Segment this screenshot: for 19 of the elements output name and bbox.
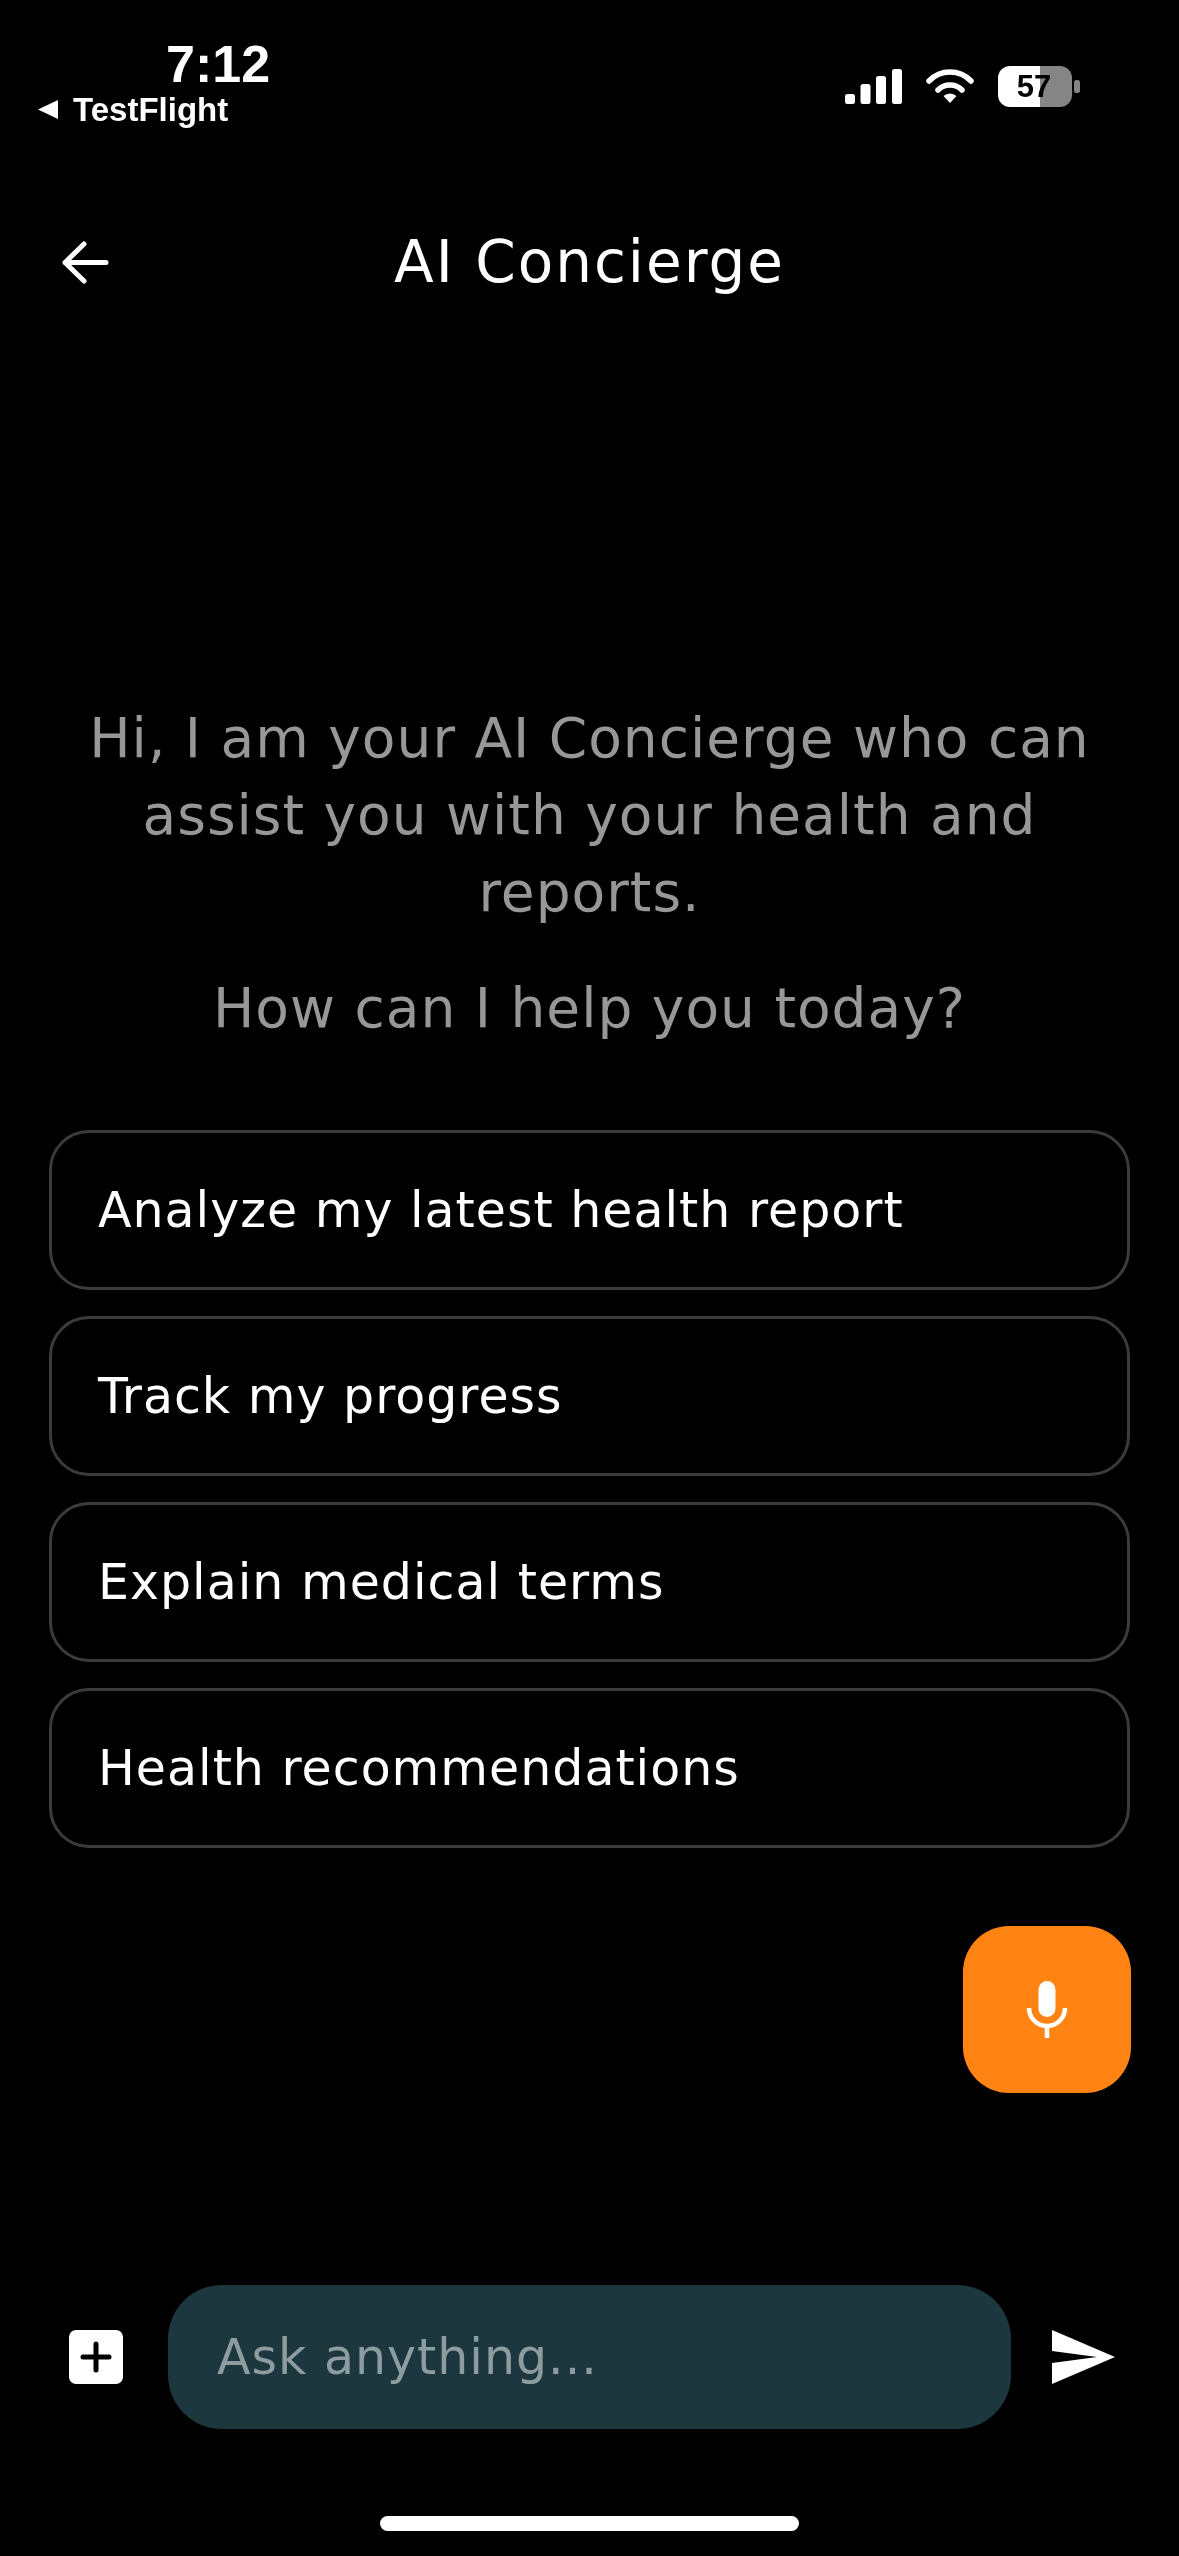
suggestion-button[interactable]: Track my progress [49,1316,1130,1476]
battery-icon [998,66,1080,107]
battery-percentage: 57 [1016,70,1052,102]
prompt-text: How can I help you today? [212,975,967,1042]
back-triangle-icon [38,100,58,119]
plus-icon[interactable] [69,2330,123,2384]
microphone-icon [1026,1981,1068,2038]
wifi-icon [925,69,975,104]
microphone-button[interactable] [963,1926,1131,2093]
message-input[interactable]: Ask anything... [168,2285,1011,2429]
app-back-link[interactable]: TestFlight [38,93,229,126]
signal-icon [845,69,902,104]
back-arrow-icon[interactable] [60,239,109,285]
send-icon[interactable] [1052,2330,1115,2384]
suggestion-button[interactable]: Health recommendations [49,1688,1130,1848]
suggestion-button[interactable]: Analyze my latest health report [49,1130,1130,1290]
status-time: 7:12 [166,38,271,90]
greeting-text: Hi, I am your AI Concierge who can assist you with your health and reports. [88,705,1091,926]
suggestion-button[interactable]: Explain medical terms [49,1502,1130,1662]
